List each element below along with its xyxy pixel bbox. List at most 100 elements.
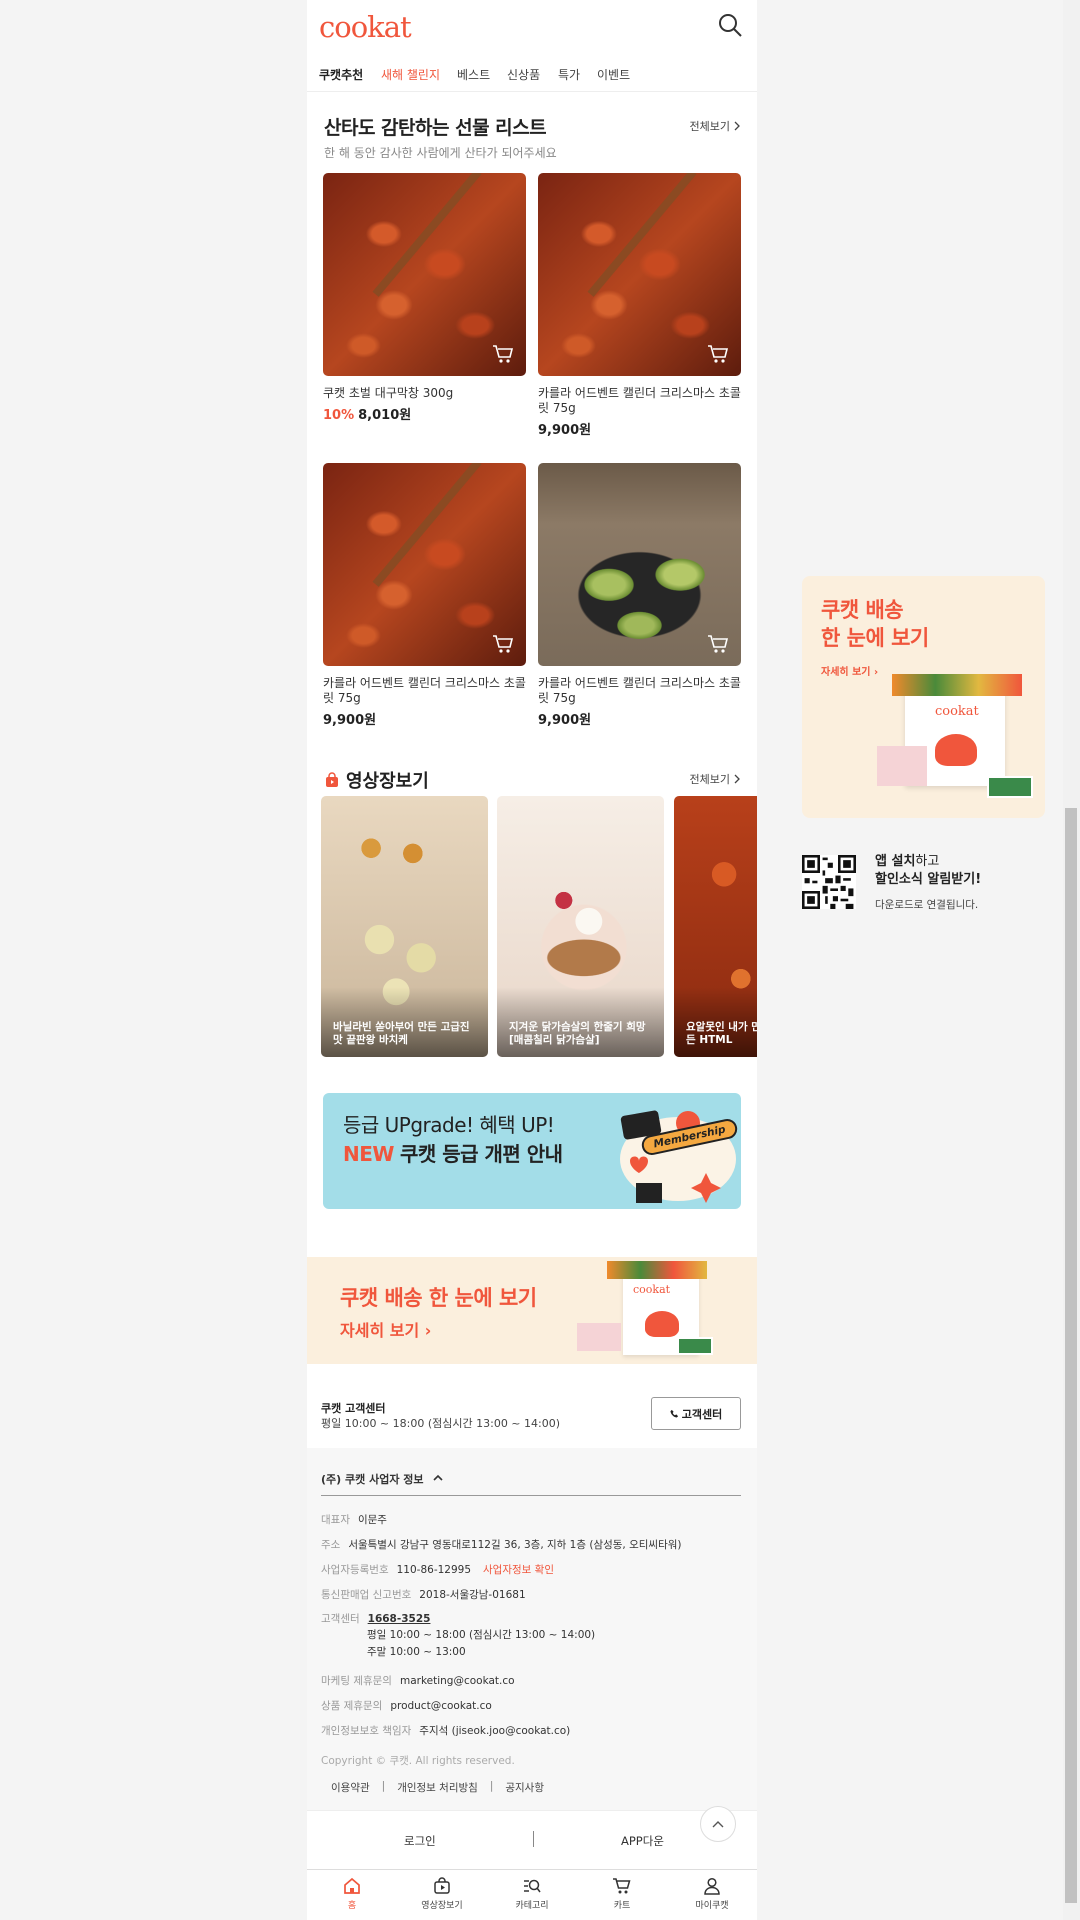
- section-subtitle: 한 해 동안 감사한 사람에게 산타가 되어주세요: [324, 146, 557, 160]
- tab-label: 마이쿠캣: [695, 1901, 729, 1911]
- see-all-link[interactable]: 전체보기: [690, 118, 740, 134]
- product-card[interactable]: 카를라 어드벤트 캘린더 크리스마스 초콜릿 75g 9,900원: [538, 173, 741, 438]
- info-value: 주지석 (jiseok.joo@cookat.co): [419, 1725, 571, 1737]
- tab-label: 홈: [347, 1901, 357, 1911]
- scrollbar-thumb[interactable]: [1065, 808, 1077, 1903]
- video-card[interactable]: 지겨운 닭가슴살의 한줄기 희망 [매콤칠리 닭가슴살]: [497, 796, 664, 1057]
- product-price: 10% 8,010원: [323, 404, 411, 423]
- product-price: 9,900원: [538, 423, 592, 438]
- info-ceo: 대표자 이문주: [321, 1512, 387, 1527]
- snack-packages: [892, 674, 1022, 696]
- product-card[interactable]: 카를라 어드벤트 캘린더 크리스마스 초콜릿 75g 9,900원: [538, 463, 741, 728]
- info-value[interactable]: marketing@cookat.co: [400, 1675, 515, 1687]
- side-ad-line1: 쿠캣 배송: [821, 598, 904, 622]
- section-title: 영상장보기: [346, 771, 429, 792]
- new-label: NEW: [343, 1142, 394, 1166]
- product-price: 9,900원: [323, 713, 377, 728]
- tab-video-shopping[interactable]: 영상장보기: [397, 1874, 487, 1911]
- app-promo-line1-rest: 하고: [915, 854, 940, 869]
- product-package: [577, 1323, 621, 1351]
- side-ad-title: 쿠캣 배송 한 눈에 보기: [821, 596, 929, 652]
- video-card[interactable]: 요알못인 내가 만든 HTML: [674, 796, 757, 1057]
- tab-my-cookat[interactable]: 마이쿠캣: [667, 1874, 757, 1911]
- product-price: 9,900원: [538, 713, 592, 728]
- chevron-up-icon: [712, 1821, 724, 1828]
- price-value: 8,010원: [358, 408, 412, 423]
- terms-link[interactable]: 이용약관: [321, 1780, 380, 1795]
- customer-center-button[interactable]: 고객센터: [651, 1397, 741, 1430]
- info-address: 주소 서울특별시 강남구 영동대로112길 36, 3층, 지하 1층 (삼성동,…: [321, 1537, 682, 1552]
- info-key: 마케팅 제휴문의: [321, 1675, 392, 1687]
- app-promo-line2-bold: 할인소식: [875, 872, 923, 887]
- category-nav: 쿠캣추천 새해 챌린지 베스트 신상품 특가 이벤트: [307, 50, 757, 92]
- see-all-label: 전체보기: [689, 773, 730, 786]
- video-card[interactable]: 바닐라빈 쏟아부어 만든 고급진 맛 끝판왕 바치케: [321, 796, 488, 1057]
- box-logo: cookat: [935, 704, 979, 719]
- product-card[interactable]: 쿠캣 초벌 대구막창 300g 10% 8,010원: [323, 173, 526, 423]
- section-title: 산타도 감탄하는 선물 리스트: [324, 117, 547, 139]
- info-mail-order: 통신판매업 신고번호 2018-서울강남-01681: [321, 1587, 526, 1602]
- video-bag-icon: [434, 1877, 450, 1894]
- info-key: 개인정보보호 책임자: [321, 1725, 412, 1737]
- login-link[interactable]: 로그인: [404, 1833, 436, 1849]
- cart-icon[interactable]: [492, 634, 514, 654]
- main-column: cookat 쿠캣추천 새해 챌린지 베스트 신상품 특가 이벤트 산타도 감탄…: [307, 0, 757, 1920]
- tab-label: 영상장보기: [421, 1901, 463, 1911]
- membership-illustration: [620, 1110, 736, 1203]
- home-icon: [344, 1877, 360, 1894]
- cs-phone-link[interactable]: 1668-3525: [368, 1613, 431, 1625]
- discount-rate: 10%: [323, 408, 355, 423]
- membership-upgrade-banner[interactable]: 등급 UPgrade! 혜택 UP! NEW 쿠캣 등급 개편 안내 Member…: [323, 1093, 741, 1209]
- product-image[interactable]: [538, 173, 741, 376]
- cart-icon[interactable]: [707, 634, 729, 654]
- scroll-top-button[interactable]: [700, 1806, 736, 1842]
- video-caption: 바닐라빈 쏟아부어 만든 고급진 맛 끝판왕 바치케: [333, 1021, 470, 1046]
- cat-mascot: [935, 734, 977, 766]
- cs-hours: 평일 10:00 ~ 18:00 (점심시간 13:00 ~ 14:00): [321, 1417, 561, 1430]
- header: cookat: [307, 0, 757, 50]
- tab-new-year-challenge[interactable]: 새해 챌린지: [381, 66, 440, 83]
- cart-icon[interactable]: [492, 344, 514, 364]
- tab-best[interactable]: 베스트: [457, 66, 490, 83]
- customer-center: 쿠캣 고객센터 평일 10:00 ~ 18:00 (점심시간 13:00 ~ 1…: [307, 1364, 757, 1448]
- tab-category[interactable]: 카테고리: [487, 1874, 577, 1911]
- weekday-hours: 평일 10:00 ~ 18:00 (점심시간 13:00 ~ 14:00): [367, 1629, 596, 1641]
- info-product: 상품 제휴문의 product@cookat.co: [321, 1698, 492, 1713]
- video-caption: 지겨운 닭가슴살의 한줄기 희망 [매콤칠리 닭가슴살]: [509, 1021, 646, 1046]
- qr-code[interactable]: [802, 855, 856, 909]
- see-all-link[interactable]: 전체보기: [690, 771, 740, 787]
- privacy-policy-link[interactable]: 개인정보 처리방침: [387, 1780, 488, 1795]
- cart-icon[interactable]: [707, 344, 729, 364]
- product-image[interactable]: [538, 463, 741, 666]
- logo[interactable]: cookat: [319, 10, 412, 44]
- phone-icon: [670, 1409, 678, 1418]
- product-card[interactable]: 카를라 어드벤트 캘린더 크리스마스 초콜릿 75g 9,900원: [323, 463, 526, 728]
- user-icon: [704, 1877, 720, 1895]
- search-icon[interactable]: [717, 12, 743, 38]
- delivery-info-banner[interactable]: 쿠캣 배송 한 눈에 보기 자세히 보기 › cookat: [307, 1257, 757, 1364]
- product-name: 카를라 어드벤트 캘린더 크리스마스 초콜릿 75g: [538, 676, 741, 705]
- product-image[interactable]: [323, 463, 526, 666]
- box-logo: cookat: [633, 1283, 671, 1296]
- snack-packages: [607, 1261, 707, 1279]
- tab-special-price[interactable]: 특가: [558, 66, 580, 83]
- tab-event[interactable]: 이벤트: [597, 66, 630, 83]
- notice-link[interactable]: 공지사항: [495, 1780, 554, 1795]
- info-key: 사업자등록번호: [321, 1564, 389, 1576]
- side-delivery-ad[interactable]: 쿠캣 배송 한 눈에 보기 자세히 보기 › cookat: [802, 576, 1045, 818]
- chevron-right-icon: [734, 121, 740, 131]
- product-image[interactable]: [323, 173, 526, 376]
- app-promo-line1: 앱 설치하고: [875, 853, 981, 871]
- login-bar: 로그인 APP다운: [307, 1810, 757, 1869]
- banner-line2-text: 쿠캣 등급 개편 안내: [399, 1142, 563, 1166]
- app-download-link[interactable]: APP다운: [621, 1833, 664, 1849]
- tab-cart[interactable]: 카트: [577, 1874, 667, 1911]
- banner-line1: 등급 UPgrade! 혜택 UP!: [343, 1113, 555, 1137]
- biz-info-check-link[interactable]: 사업자정보 확인: [483, 1564, 554, 1576]
- tab-recommend[interactable]: 쿠캣추천: [319, 66, 363, 83]
- info-value[interactable]: product@cookat.co: [390, 1700, 492, 1712]
- business-info-toggle[interactable]: (주) 쿠캣 사업자 정보: [321, 1471, 741, 1496]
- tab-home[interactable]: 홈: [307, 1874, 397, 1911]
- product-package: [677, 1337, 713, 1355]
- tab-new-products[interactable]: 신상품: [507, 66, 540, 83]
